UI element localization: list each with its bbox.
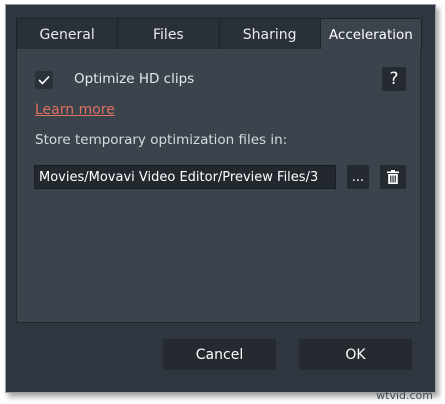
optimize-hd-checkbox[interactable] <box>35 71 53 89</box>
tab-bar: General Files Sharing Acceleration <box>16 18 422 50</box>
preferences-dialog: General Files Sharing Acceleration Optim… <box>5 4 436 393</box>
trash-icon <box>387 170 399 184</box>
tab-acceleration[interactable]: Acceleration <box>320 19 422 50</box>
ok-button[interactable]: OK <box>299 339 412 370</box>
watermark-text: wtvid.com <box>376 389 433 402</box>
cancel-button[interactable]: Cancel <box>163 339 276 370</box>
tab-sharing[interactable]: Sharing <box>219 19 321 50</box>
delete-files-button[interactable] <box>380 165 406 189</box>
learn-more-link[interactable]: Learn more <box>35 102 115 118</box>
checkmark-icon <box>38 75 50 85</box>
tab-files[interactable]: Files <box>118 19 220 50</box>
browse-button[interactable]: ... <box>347 165 369 189</box>
acceleration-panel: Optimize HD clips ? Learn more Store tem… <box>16 49 421 323</box>
temp-files-path-input[interactable] <box>34 165 336 189</box>
help-button[interactable]: ? <box>382 67 406 91</box>
tab-general[interactable]: General <box>17 19 119 50</box>
store-location-label: Store temporary optimization files in: <box>35 132 288 148</box>
optimize-hd-label: Optimize HD clips <box>74 71 195 87</box>
